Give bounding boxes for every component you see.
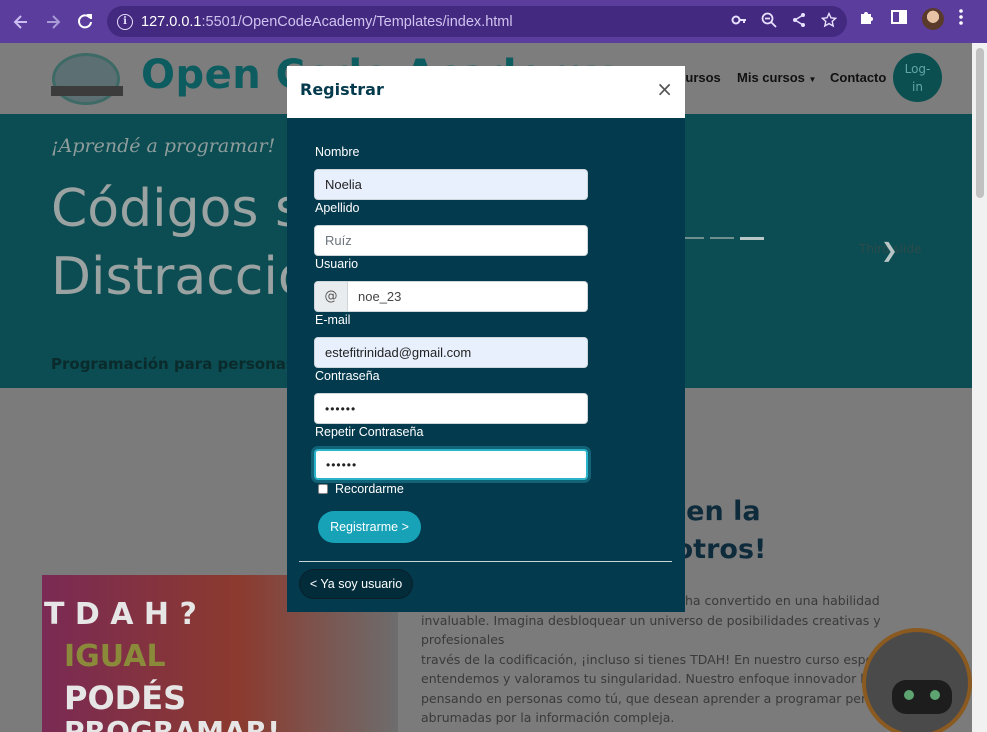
- page-scrollbar[interactable]: [972, 43, 987, 732]
- chatbot-robot-icon[interactable]: [862, 628, 972, 732]
- indicator-2[interactable]: [710, 237, 734, 239]
- carousel-indicators[interactable]: [680, 237, 764, 240]
- hero-headline: Códigos si Distraccio: [51, 175, 317, 311]
- usuario-label: Usuario: [315, 257, 359, 271]
- promo-line-2: IGUAL: [64, 639, 166, 674]
- kebab-menu-icon[interactable]: [958, 8, 964, 30]
- zoom-icon[interactable]: [761, 12, 777, 32]
- address-bar[interactable]: i 127.0.0.1:5501/OpenCodeAcademy/Templat…: [107, 6, 847, 37]
- site-logo[interactable]: [51, 53, 123, 105]
- nombre-label: Nombre: [315, 145, 360, 159]
- close-icon[interactable]: ×: [656, 77, 673, 101]
- nav-mis-cursos[interactable]: Mis cursos ▼: [737, 70, 816, 85]
- forward-arrow-icon[interactable]: [41, 10, 65, 34]
- remember-checkbox[interactable]: [318, 484, 328, 494]
- login-line-2: in: [912, 79, 923, 94]
- url-text[interactable]: 127.0.0.1:5501/OpenCodeAcademy/Templates…: [141, 14, 513, 30]
- nav-mis-cursos-label: Mis cursos: [737, 70, 805, 85]
- puzzle-icon[interactable]: [858, 8, 876, 30]
- promo-line-4: PROGRAMAR!: [64, 715, 280, 732]
- register-button[interactable]: Registrarme >: [318, 511, 421, 543]
- modal-header: Registrar ×: [287, 66, 685, 118]
- scrollbar-thumb[interactable]: [976, 48, 984, 198]
- profile-avatar[interactable]: [922, 8, 944, 30]
- promo-line-1: T D A H ?: [44, 597, 197, 632]
- sidepanel-icon[interactable]: [890, 8, 908, 30]
- already-user-button[interactable]: < Ya soy usuario: [299, 569, 413, 599]
- hero-headline-1: Códigos si: [51, 179, 317, 239]
- register-modal: Registrar × Nombre Noelia Apellido Ruíz …: [287, 66, 685, 612]
- nav-contacto[interactable]: Contacto: [830, 70, 886, 85]
- apellido-label: Apellido: [315, 201, 360, 215]
- caret-down-icon: ▼: [808, 75, 817, 84]
- hero-kicker: ¡Aprendé a programar!: [51, 135, 276, 157]
- usuario-input[interactable]: noe_23: [348, 281, 588, 312]
- intro-line-2: invaluable. Imagina desbloquear un unive…: [421, 612, 881, 648]
- browser-toolbar: i 127.0.0.1:5501/OpenCodeAcademy/Templat…: [0, 0, 987, 43]
- info-icon[interactable]: i: [117, 13, 133, 30]
- email-label: E-mail: [315, 313, 351, 327]
- usuario-input-group: @ noe_23: [314, 281, 588, 312]
- star-icon[interactable]: [820, 11, 838, 32]
- login-line-1: Log-: [904, 61, 931, 76]
- email-input[interactable]: estefitrinidad@gmail.com: [314, 337, 588, 368]
- password-label: Contraseña: [315, 369, 380, 383]
- login-button[interactable]: Log-in: [893, 53, 942, 102]
- password-input[interactable]: ••••••: [314, 393, 588, 424]
- at-prefix: @: [314, 281, 348, 312]
- promo-line-3: PODÉS: [64, 679, 187, 717]
- intro-line-6: abrumadas por la información compleja.: [421, 710, 675, 725]
- apellido-input[interactable]: Ruíz: [314, 225, 588, 256]
- modal-title: Registrar: [300, 80, 384, 99]
- remember-label: Recordarme: [335, 482, 404, 496]
- key-icon[interactable]: [731, 12, 747, 32]
- intro-line-3: través de la codificación, ¡incluso si t…: [421, 651, 928, 667]
- repeat-password-label: Repetir Contraseña: [315, 425, 424, 439]
- modal-divider: [299, 561, 672, 562]
- reload-icon[interactable]: [73, 10, 97, 34]
- back-arrow-icon[interactable]: [9, 10, 33, 34]
- nombre-input[interactable]: Noelia: [314, 169, 588, 200]
- carousel-next-icon[interactable]: ❯: [881, 238, 898, 262]
- repeat-password-input[interactable]: ••••••: [314, 449, 588, 480]
- share-icon[interactable]: [791, 12, 807, 32]
- indicator-3[interactable]: [740, 237, 764, 240]
- url-host: 127.0.0.1: [141, 13, 202, 30]
- hero-headline-2: Distraccio: [51, 247, 310, 307]
- url-path: :5501/OpenCodeAcademy/Templates/index.ht…: [201, 13, 513, 30]
- remember-checkbox-row[interactable]: Recordarme: [318, 482, 404, 496]
